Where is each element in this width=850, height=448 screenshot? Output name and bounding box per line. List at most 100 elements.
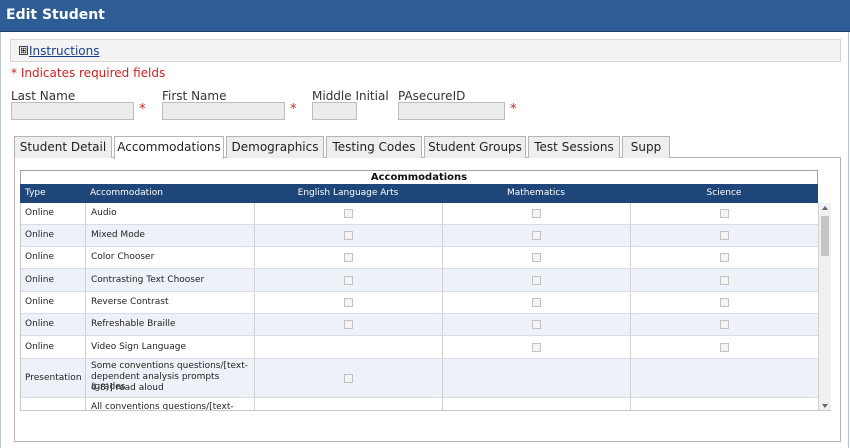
math-checkbox[interactable]: [532, 253, 541, 262]
column-separator: [442, 269, 443, 291]
ela-checkbox[interactable]: [344, 253, 353, 262]
type-text: Online: [25, 275, 55, 285]
math-checkbox[interactable]: [532, 320, 541, 329]
math-checkbox[interactable]: [532, 343, 541, 352]
ela-checkbox[interactable]: [344, 374, 353, 383]
table-row: Online Refreshable Braille: [21, 314, 818, 336]
accommodation-text: Mixed Mode: [91, 230, 145, 240]
column-separator: [442, 247, 443, 268]
tab-supp[interactable]: Supp: [622, 136, 670, 158]
science-checkbox[interactable]: [720, 298, 729, 307]
col-ela-header: English Language Arts: [297, 188, 399, 198]
col-science-header: Science: [706, 188, 742, 198]
column-separator: [442, 292, 443, 313]
column-separator: [442, 398, 443, 410]
accommodation-text: Color Chooser: [91, 252, 155, 262]
accommodation-text: All conventions questions/[text-: [91, 402, 234, 410]
table-row: All conventions questions/[text-: [21, 398, 818, 410]
science-checkbox[interactable]: [720, 253, 729, 262]
column-separator: [630, 292, 631, 313]
pasecure-id-input[interactable]: [398, 102, 505, 120]
scroll-down-arrow-icon[interactable]: [822, 404, 828, 408]
accommodation-cell: Audio: [86, 203, 255, 224]
tab-testing-codes[interactable]: Testing Codes: [326, 136, 422, 158]
first-name-input[interactable]: [162, 102, 285, 120]
tab-demographics[interactable]: Demographics: [226, 136, 324, 158]
accommodation-cell: All conventions questions/[text-: [86, 398, 255, 410]
col-accommodation-header: Accommodation: [90, 188, 163, 198]
science-checkbox[interactable]: [720, 320, 729, 329]
ela-checkbox[interactable]: [344, 298, 353, 307]
type-cell: Online: [21, 203, 86, 224]
instructions-link[interactable]: Instructions: [29, 44, 99, 58]
pasecure-id-required-star: *: [510, 102, 517, 117]
type-text: Online: [25, 230, 55, 240]
table-row: Online Color Chooser: [21, 247, 818, 269]
column-separator: [442, 225, 443, 246]
type-cell: Online: [21, 292, 86, 313]
type-cell: [21, 398, 86, 410]
accommodation-cell: Color Chooser: [86, 247, 255, 268]
type-cell: Online: [21, 269, 86, 291]
table-row: Online Reverse Contrast: [21, 292, 818, 314]
column-separator: [442, 314, 443, 335]
scroll-thumb[interactable]: [821, 216, 829, 256]
type-text: Online: [25, 252, 55, 262]
science-checkbox[interactable]: [720, 276, 729, 285]
accommodations-table-body: Online Audio Online Mixed Mode Online Color C…: [20, 203, 818, 410]
type-cell: Online: [21, 336, 86, 358]
last-name-input[interactable]: [11, 102, 134, 120]
tab-student-detail[interactable]: Student Detail: [14, 136, 112, 158]
tab-student-groups[interactable]: Student Groups: [424, 136, 526, 158]
col-type-header: Type: [25, 188, 46, 198]
accommodation-cell: Video Sign Language: [86, 336, 255, 358]
first-name-label: First Name: [162, 89, 227, 103]
tab-test-sessions[interactable]: Test Sessions: [528, 136, 620, 158]
type-cell: Presentation: [21, 359, 86, 397]
accommodation-cell: Some conventions questions/[text-depende…: [86, 359, 255, 397]
table-column-header: Type Accommodation English Language Arts…: [20, 184, 818, 203]
table-row: Online Contrasting Text Chooser: [21, 269, 818, 292]
type-text: Online: [25, 297, 55, 307]
science-checkbox[interactable]: [720, 209, 729, 218]
expand-plus-icon[interactable]: ⊞: [19, 46, 28, 55]
last-name-required-star: *: [139, 102, 146, 117]
scroll-up-arrow-icon[interactable]: [822, 206, 828, 210]
accommodation-text: 4-8)] read aloud: [91, 383, 164, 393]
column-separator: [630, 314, 631, 335]
middle-initial-input[interactable]: [312, 102, 357, 120]
ela-checkbox[interactable]: [344, 209, 353, 218]
science-checkbox[interactable]: [720, 231, 729, 240]
instructions-panel: ⊞ Instructions: [10, 39, 841, 62]
column-separator: [630, 225, 631, 246]
first-name-required-star: *: [290, 102, 297, 117]
tab-accommodations[interactable]: Accommodations: [114, 136, 224, 159]
table-bottom-border: [20, 410, 831, 411]
middle-initial-label: Middle Initial: [312, 89, 389, 103]
type-cell: Online: [21, 247, 86, 268]
math-checkbox[interactable]: [532, 298, 541, 307]
table-vertical-scrollbar[interactable]: [818, 203, 831, 411]
accommodation-text: Refreshable Braille: [91, 319, 176, 329]
column-separator: [630, 398, 631, 410]
science-checkbox[interactable]: [720, 343, 729, 352]
ela-checkbox[interactable]: [344, 320, 353, 329]
table-row: Presentation Some conventions questions/[…: [21, 359, 818, 398]
type-text: Online: [25, 342, 55, 352]
column-separator: [630, 247, 631, 268]
math-checkbox[interactable]: [532, 209, 541, 218]
accommodation-cell: Reverse Contrast: [86, 292, 255, 313]
col-math-header: Mathematics: [507, 188, 565, 198]
column-separator: [442, 203, 443, 224]
column-separator: [442, 336, 443, 358]
type-text: Online: [25, 319, 55, 329]
math-checkbox[interactable]: [532, 231, 541, 240]
ela-checkbox[interactable]: [344, 231, 353, 240]
math-checkbox[interactable]: [532, 276, 541, 285]
ela-checkbox[interactable]: [344, 276, 353, 285]
accommodation-cell: Contrasting Text Chooser: [86, 269, 255, 291]
pasecure-id-label: PAsecureID: [398, 89, 466, 103]
accommodation-text: Reverse Contrast: [91, 297, 169, 307]
column-separator: [630, 359, 631, 397]
accommodation-cell: Refreshable Braille: [86, 314, 255, 335]
